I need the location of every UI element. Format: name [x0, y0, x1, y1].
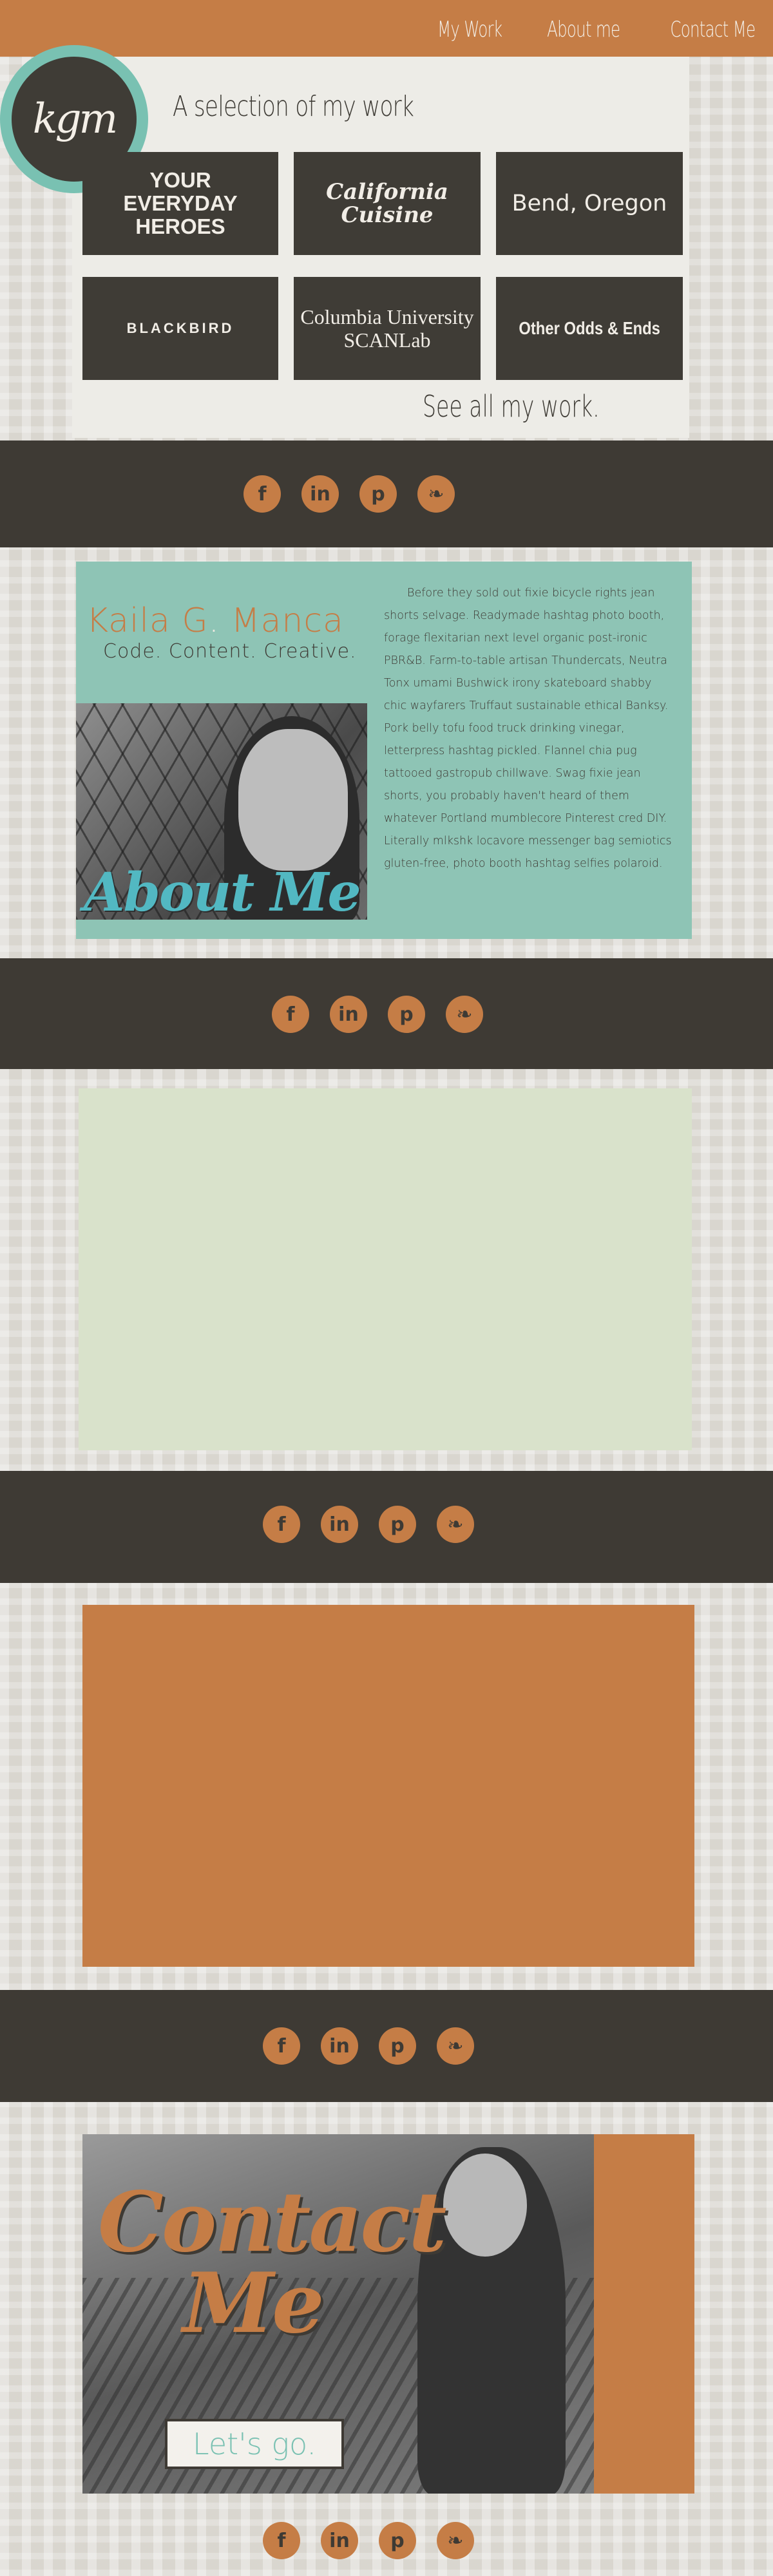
social-band-4: f in p ❧: [0, 1990, 773, 2102]
facebook-icon[interactable]: f: [263, 2522, 300, 2559]
work-tile-label: California Cuisine: [326, 179, 448, 228]
work-tile-california-cuisine[interactable]: California Cuisine: [294, 152, 481, 255]
pinterest-icon[interactable]: p: [388, 996, 425, 1033]
nav-contact-me[interactable]: Contact Me: [670, 17, 756, 43]
social-links: f in p ❧: [243, 475, 455, 513]
linkedin-icon[interactable]: in: [301, 475, 339, 513]
about-tagline: Code. Content. Creative.: [103, 640, 357, 663]
social-band-2: f in p ❧: [0, 958, 773, 1069]
orange-content-panel: [82, 1605, 694, 1967]
nav-about-me[interactable]: About me: [547, 17, 620, 43]
work-tile-label: Other Odds & Ends: [519, 318, 660, 338]
linkedin-icon[interactable]: in: [330, 996, 367, 1033]
twitter-icon[interactable]: ❧: [437, 1506, 474, 1543]
social-links: f in p ❧: [263, 1506, 474, 1543]
linkedin-icon[interactable]: in: [321, 1506, 358, 1543]
work-tile-label: Bend, Oregon: [511, 191, 667, 216]
nav-my-work[interactable]: My Work: [437, 17, 502, 43]
linkedin-icon[interactable]: in: [321, 2522, 358, 2559]
about-me-script-title: About Me: [84, 862, 361, 923]
contact-me-title: Contact Me: [98, 2174, 446, 2352]
pinterest-icon[interactable]: p: [359, 475, 397, 513]
facebook-icon[interactable]: f: [263, 1506, 300, 1543]
green-content-panel: [79, 1088, 692, 1450]
see-all-work-link[interactable]: See all my work.: [423, 389, 600, 424]
work-tile-other-odds-ends[interactable]: Other Odds & Ends: [496, 277, 683, 380]
work-tile-label: BLACKBIRD: [126, 320, 234, 336]
work-tile-everyday-heroes[interactable]: YOUR EVERYDAY HEROES: [82, 152, 278, 255]
social-band-1: f in p ❧: [0, 440, 773, 547]
twitter-icon[interactable]: ❧: [417, 475, 455, 513]
pinterest-icon[interactable]: p: [379, 1506, 416, 1543]
about-body-text: Before they sold out fixie bicycle right…: [384, 587, 672, 870]
work-tile-blackbird[interactable]: BLACKBIRD: [82, 277, 278, 380]
nav-menu: My Work About me Contact Me: [412, 17, 756, 43]
pinterest-icon[interactable]: p: [379, 2522, 416, 2559]
facebook-icon[interactable]: f: [263, 2027, 300, 2065]
twitter-icon[interactable]: ❧: [446, 996, 483, 1033]
social-band-3: f in p ❧: [0, 1471, 773, 1583]
lets-go-button[interactable]: Let's go.: [165, 2419, 344, 2469]
footer-social-links: f in p ❧: [263, 2522, 474, 2559]
about-name: Kaila G. Manca: [86, 601, 344, 640]
work-tile-label: Columbia University SCANLab: [300, 305, 474, 352]
name-dot: .: [208, 601, 220, 640]
top-nav-bar: My Work About me Contact Me: [0, 0, 773, 57]
social-links: f in p ❧: [272, 996, 483, 1033]
name-first: Kaila G: [86, 601, 209, 640]
twitter-icon[interactable]: ❧: [437, 2027, 474, 2065]
facebook-icon[interactable]: f: [272, 996, 309, 1033]
contact-side-panel: [594, 2134, 694, 2494]
facebook-icon[interactable]: f: [243, 475, 281, 513]
work-tile-columbia-scanlab[interactable]: Columbia University SCANLab: [294, 277, 481, 380]
work-section-title: A selection of my work: [173, 90, 414, 123]
portrait-face: [238, 729, 348, 871]
logo-text: kgm: [32, 95, 118, 143]
work-tile-bend-oregon[interactable]: Bend, Oregon: [496, 152, 683, 255]
pinterest-icon[interactable]: p: [379, 2027, 416, 2065]
linkedin-icon[interactable]: in: [321, 2027, 358, 2065]
contact-person-face: [443, 2154, 527, 2257]
social-links: f in p ❧: [263, 2027, 474, 2065]
name-last: Manca: [220, 601, 344, 640]
twitter-icon[interactable]: ❧: [437, 2522, 474, 2559]
work-tile-label: YOUR EVERYDAY HEROES: [123, 168, 238, 238]
